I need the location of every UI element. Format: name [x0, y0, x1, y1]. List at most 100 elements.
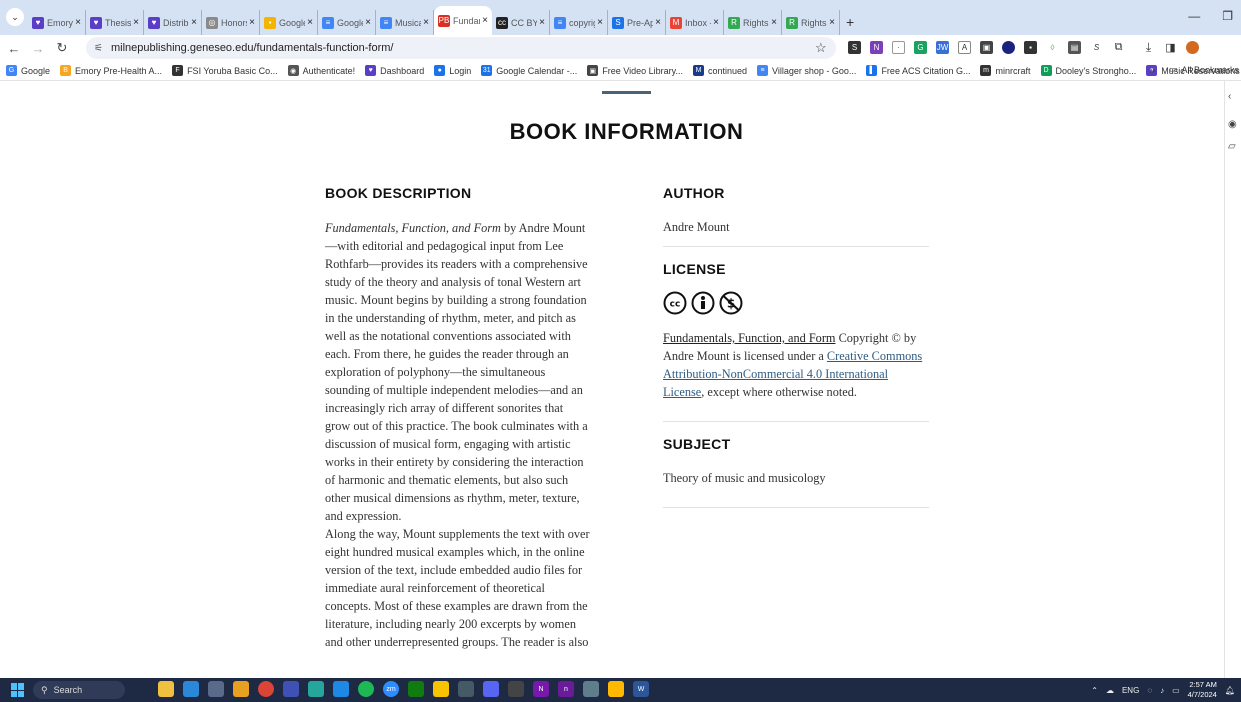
bookmark-item[interactable]: G Google	[6, 65, 50, 76]
side-panel-icon[interactable]: ◨	[1164, 41, 1177, 54]
chrome-icon[interactable]	[258, 681, 274, 697]
tab-close-icon[interactable]: ×	[482, 15, 488, 26]
battery-icon[interactable]: ▭	[1172, 686, 1180, 695]
extension-icon[interactable]	[1002, 41, 1015, 54]
browser-tab[interactable]: ♥Distribut×	[144, 10, 202, 35]
app-icon[interactable]	[583, 681, 599, 697]
browser-tab[interactable]: M Inbox - ×	[666, 10, 724, 35]
tab-close-icon[interactable]: ×	[771, 17, 777, 28]
site-info-icon[interactable]: ⚟	[94, 43, 103, 54]
bookmark-item[interactable]: ▣ Free Video Library...	[587, 65, 683, 76]
browser-tab[interactable]: PBFundam×	[434, 6, 492, 35]
bookmark-item[interactable]: ≡ Villager shop - Goo...	[757, 65, 856, 76]
minecraft-icon[interactable]	[508, 681, 524, 697]
bookmark-item[interactable]: m minrcraft	[980, 65, 1031, 76]
extensions-puzzle-icon[interactable]: ⧉	[1112, 41, 1125, 54]
bookmark-item[interactable]: B Emory Pre-Health A...	[60, 65, 162, 76]
file-explorer-icon[interactable]	[433, 681, 449, 697]
minimize-icon[interactable]: —	[1188, 9, 1200, 23]
book-title-link[interactable]: Fundamentals, Function, and Form	[663, 331, 836, 345]
chevron-left-icon[interactable]: ‹	[1228, 91, 1231, 102]
back-icon[interactable]: ←	[4, 41, 24, 56]
app-icon[interactable]	[183, 681, 199, 697]
bookmark-item[interactable]: D Dooley's Strongho...	[1040, 65, 1136, 76]
volume-icon[interactable]: ♪	[1160, 686, 1164, 695]
bookmark-star-icon[interactable]: ☆	[815, 40, 827, 56]
extension-icon[interactable]: N	[870, 41, 883, 54]
discord-icon[interactable]	[483, 681, 499, 697]
profile-avatar[interactable]	[1186, 41, 1199, 54]
eye-icon[interactable]: ◉	[1228, 119, 1237, 130]
note-icon[interactable]: ▱	[1228, 141, 1236, 152]
browser-tab[interactable]: ◎ Honors ×	[202, 10, 260, 35]
tab-close-icon[interactable]: ×	[365, 17, 371, 28]
extension-icon[interactable]: S	[1090, 41, 1103, 54]
app-icon[interactable]	[458, 681, 474, 697]
clock[interactable]: 2:57 AM 4/7/2024	[1188, 680, 1217, 700]
bookmark-item[interactable]: Mcontinued	[693, 65, 747, 76]
app-icon[interactable]	[333, 681, 349, 697]
tab-close-icon[interactable]: ×	[191, 17, 197, 28]
reload-icon[interactable]: ↻	[52, 40, 72, 56]
browser-tab[interactable]: ≡copyrigh×	[550, 10, 608, 35]
tab-close-icon[interactable]: ×	[423, 17, 429, 28]
browser-tab[interactable]: ccCC BY-N×	[492, 10, 550, 35]
sticky-notes-icon[interactable]	[608, 681, 624, 697]
extension-icon[interactable]: ◊	[1046, 41, 1059, 54]
extension-icon[interactable]: ·	[892, 41, 905, 54]
browser-tab[interactable]: ♥Emory C×	[28, 10, 86, 35]
browser-tab[interactable]: SPre-App×	[608, 10, 666, 35]
new-tab-button[interactable]: +	[846, 14, 854, 35]
zoom-icon[interactable]: zm	[383, 681, 399, 697]
bookmark-item[interactable]: ♥ Dashboard	[365, 65, 424, 76]
extension-icon[interactable]: ▤	[1068, 41, 1081, 54]
tab-close-icon[interactable]: ×	[75, 17, 81, 28]
xbox-icon[interactable]	[408, 681, 424, 697]
extension-icon[interactable]: ▪	[1024, 41, 1037, 54]
app-icon[interactable]	[158, 681, 174, 697]
app-icon[interactable]	[233, 681, 249, 697]
extension-icon[interactable]: S	[848, 41, 861, 54]
windows-start-icon[interactable]	[11, 683, 25, 697]
tab-close-icon[interactable]: ×	[539, 17, 545, 28]
bookmark-item[interactable]: ▌ Free ACS Citation G...	[866, 65, 970, 76]
browser-tab[interactable]: RRightsLi×	[724, 10, 782, 35]
browser-tab[interactable]: ≡Musical×	[376, 10, 434, 35]
taskbar-search[interactable]: ⚲ Search	[33, 681, 125, 699]
extension-icon[interactable]: ▣	[980, 41, 993, 54]
tab-close-icon[interactable]: ×	[713, 17, 719, 28]
onenote-icon[interactable]: N	[533, 681, 549, 697]
restore-icon[interactable]: ❐	[1222, 9, 1233, 23]
wifi-icon[interactable]: ◌	[1147, 686, 1152, 695]
browser-tab[interactable]: RRightsLi×	[782, 10, 840, 35]
browser-tab[interactable]: ♥Thesis P×	[86, 10, 144, 35]
app-icon[interactable]	[308, 681, 324, 697]
app-icon[interactable]	[283, 681, 299, 697]
bookmark-item[interactable]: 31 Google Calendar -...	[481, 65, 577, 76]
bookmark-item[interactable]: ◉ Authenticate!	[287, 65, 355, 76]
tab-close-icon[interactable]: ×	[655, 17, 661, 28]
all-bookmarks-button[interactable]: ▭ All Bookmarks	[1169, 64, 1239, 75]
address-bar[interactable]: ⚟ milnepublishing.geneseo.edu/fundamenta…	[86, 37, 836, 59]
tab-close-icon[interactable]: ×	[307, 17, 313, 28]
app-icon[interactable]	[208, 681, 224, 697]
bookmarks-overflow-button[interactable]: »	[1149, 65, 1155, 76]
browser-tab[interactable]: ≡ Google ×	[318, 10, 376, 35]
spotify-icon[interactable]	[358, 681, 374, 697]
tab-close-icon[interactable]: ×	[829, 17, 835, 28]
chevron-up-icon[interactable]: ⌃	[1091, 686, 1098, 695]
word-icon[interactable]: W	[633, 681, 649, 697]
tab-close-icon[interactable]: ×	[249, 17, 255, 28]
bookmark-item[interactable]: ● Login	[434, 65, 471, 76]
extension-icon[interactable]: A	[958, 41, 971, 54]
forward-icon[interactable]: →	[28, 41, 48, 56]
bookmark-item[interactable]: F FSI Yoruba Basic Co...	[172, 65, 278, 76]
extension-icon[interactable]: G	[914, 41, 927, 54]
download-icon[interactable]: ⤓	[1142, 40, 1155, 54]
cloud-icon[interactable]: ☁	[1106, 686, 1114, 695]
app-icon[interactable]: n	[558, 681, 574, 697]
notification-icon[interactable]: 🔔︎	[1225, 686, 1235, 695]
tab-search-button[interactable]: ⌄	[6, 8, 24, 26]
language-indicator[interactable]: ENG	[1122, 686, 1139, 695]
browser-tab[interactable]: ▪ Google ×	[260, 10, 318, 35]
